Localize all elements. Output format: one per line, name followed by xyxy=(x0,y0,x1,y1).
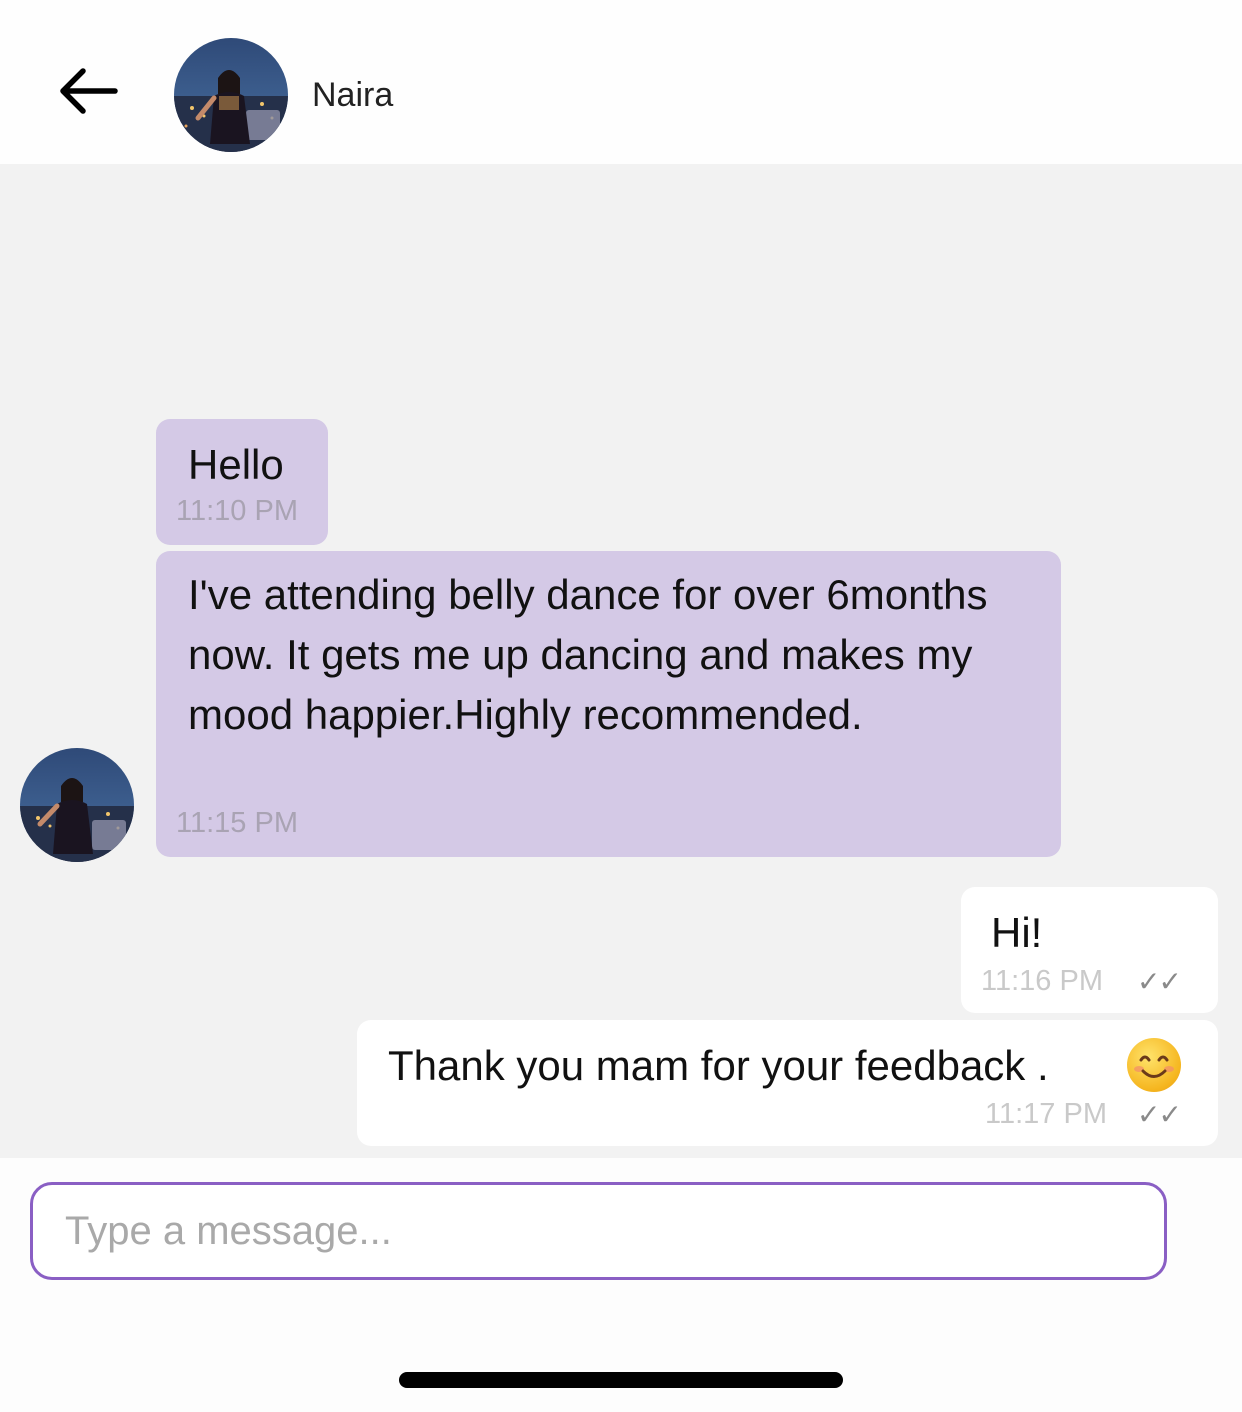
message-bubble-outgoing[interactable]: Thank you mam for your feedback . 11:17 … xyxy=(357,1020,1218,1146)
sender-avatar[interactable] xyxy=(20,748,134,862)
message-time: 11:15 PM xyxy=(176,807,298,839)
back-button[interactable] xyxy=(54,60,122,122)
arrow-left-icon xyxy=(60,68,118,114)
message-bubble-outgoing[interactable]: Hi! 11:16 PM ✓✓ xyxy=(961,887,1218,1013)
message-bubble-incoming[interactable]: Hello 11:10 PM xyxy=(156,419,328,545)
message-text: Hello xyxy=(188,441,284,488)
message-time: 11:16 PM xyxy=(981,965,1103,997)
double-check-icon: ✓✓ xyxy=(1137,1099,1182,1130)
contact-name[interactable]: Naira xyxy=(312,76,393,115)
message-list[interactable]: Hello 11:10 PM I've attending belly danc… xyxy=(0,164,1242,1158)
message-bubble-incoming[interactable]: I've attending belly dance for over 6mon… xyxy=(156,551,1061,857)
chat-header: Naira xyxy=(0,0,1242,164)
message-text: I've attending belly dance for over 6mon… xyxy=(188,571,988,738)
composer-bar xyxy=(0,1158,1242,1412)
contact-avatar[interactable] xyxy=(174,38,288,152)
message-time: 11:10 PM xyxy=(176,495,298,527)
smiling-face-emoji xyxy=(1127,1038,1181,1092)
message-input[interactable] xyxy=(30,1182,1167,1280)
message-text: Thank you mam for your feedback . xyxy=(388,1042,1049,1089)
message-text: Hi! xyxy=(991,909,1043,956)
home-indicator[interactable] xyxy=(399,1372,843,1388)
message-time: 11:17 PM xyxy=(985,1098,1107,1130)
double-check-icon: ✓✓ xyxy=(1137,966,1182,997)
